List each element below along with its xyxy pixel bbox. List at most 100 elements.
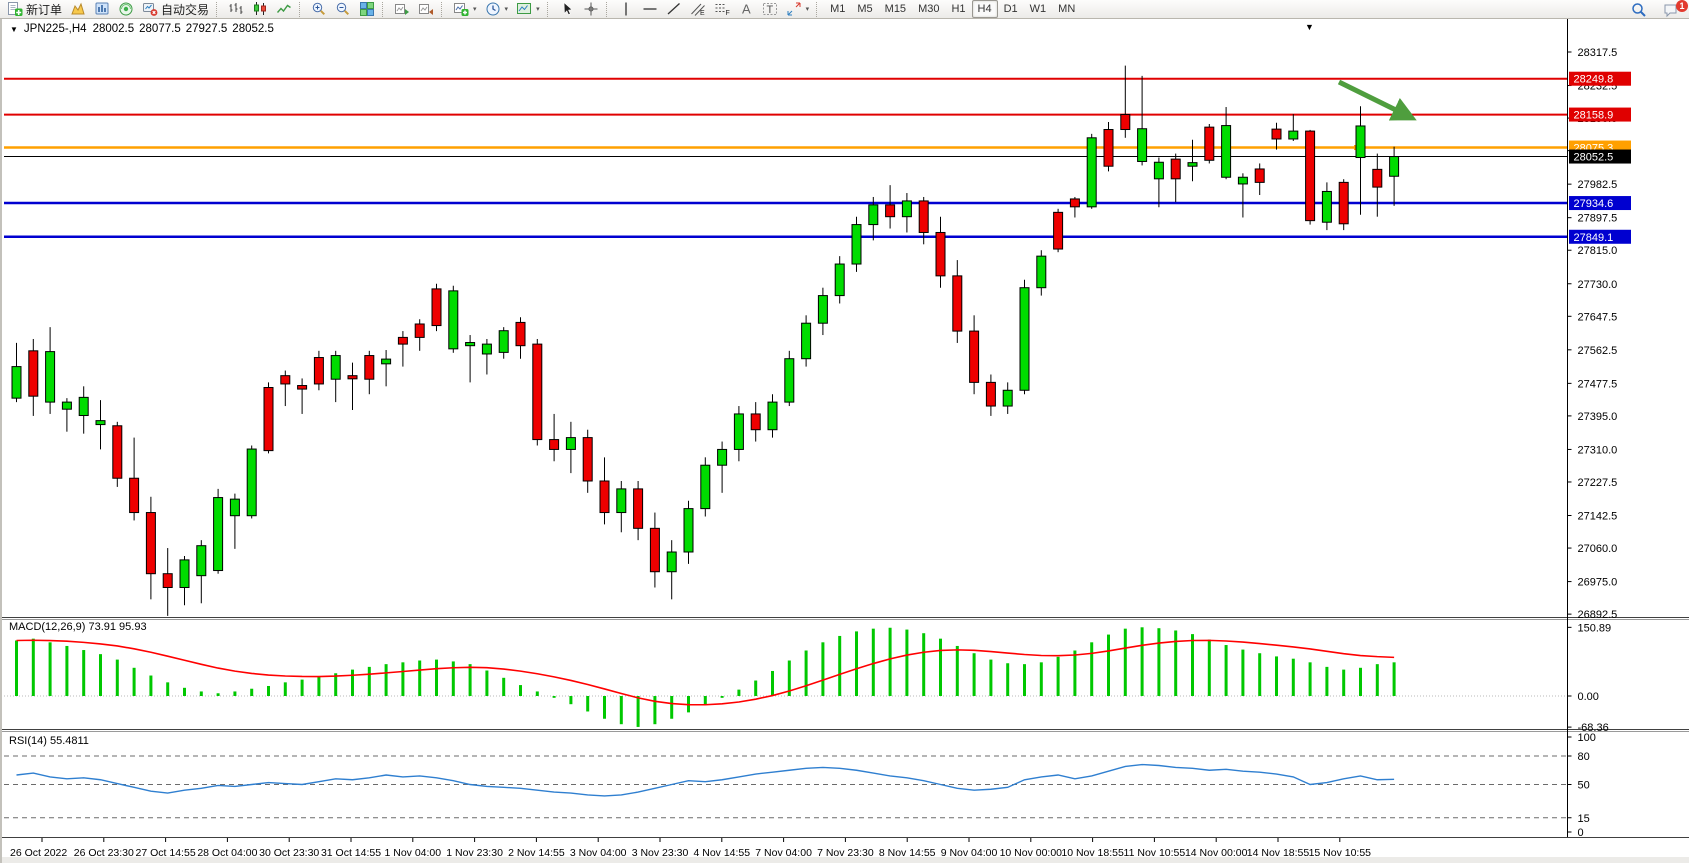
price-axis-tick-label: 27647.5 (1578, 311, 1618, 323)
macd-bar (116, 660, 119, 696)
candle (281, 376, 290, 384)
mt4-application: 新订单自动交易▾▾▾EFAT▾M1M5M15M30H1H4D1W1MN 1 ▼ … (0, 0, 1689, 863)
candle (415, 324, 424, 337)
macd-bar (553, 696, 556, 698)
timeframe-button-m5[interactable]: M5 (851, 0, 878, 18)
tile-windows-button[interactable] (355, 0, 379, 19)
candle (314, 358, 323, 384)
zoom-out-button[interactable] (331, 0, 355, 19)
candle (1373, 169, 1382, 187)
candle (62, 402, 71, 409)
candle (163, 574, 172, 588)
rsi-axis-tick-label: 50 (1578, 780, 1590, 792)
macd-bar (889, 628, 892, 696)
macd-bar (653, 696, 656, 724)
candle (936, 232, 945, 275)
text-label-button[interactable]: T (758, 0, 782, 19)
market-watch-button[interactable] (66, 0, 90, 19)
toolbar-groups: 新订单自动交易▾▾▾EFAT▾M1M5M15M30H1H4D1W1MN (3, 0, 1081, 19)
timeframe-button-h4[interactable]: H4 (972, 0, 998, 18)
candle (600, 481, 609, 513)
trend-arrow-annotation[interactable] (1339, 82, 1410, 117)
bar-chart-button[interactable] (224, 0, 248, 19)
candle (29, 351, 38, 396)
vertical-line-button[interactable] (614, 0, 638, 19)
toolbar-separator (299, 2, 304, 17)
fibonacci-button[interactable]: F (710, 0, 734, 19)
candle (1020, 288, 1029, 391)
crosshair-button[interactable] (579, 0, 603, 19)
chart-context-arrow-icon[interactable]: ▼ (10, 25, 18, 34)
candle (12, 367, 21, 399)
navigator-button[interactable] (90, 0, 114, 19)
candle (886, 205, 895, 217)
toolbar-separator (382, 2, 387, 17)
rsi-indicator-label: RSI(14) 55.4811 (9, 735, 89, 747)
notification-badge: 1 (1676, 0, 1688, 12)
auto-scroll-button[interactable] (390, 0, 414, 19)
macd-bar (49, 642, 52, 696)
timeframe-button-mn[interactable]: MN (1052, 0, 1081, 18)
candle (79, 397, 88, 415)
notifications-button[interactable]: 1 (1659, 0, 1683, 19)
candle (718, 449, 727, 465)
svg-text:A: A (742, 2, 751, 17)
macd-axis-tick-label: 150.89 (1578, 622, 1612, 634)
dropdown-arrow-icon: ▾ (806, 5, 810, 13)
autotrading-button-label: 自动交易 (161, 1, 209, 18)
macd-bar (721, 696, 724, 698)
price-axis-tick-label: 26975.0 (1578, 577, 1618, 589)
arrows-button[interactable]: ▾ (782, 0, 814, 19)
new-chart-button[interactable]: ▾ (449, 0, 481, 19)
candle-chart-button[interactable] (248, 0, 272, 19)
periods-button[interactable]: ▾ (481, 0, 513, 19)
macd-bar (872, 629, 875, 696)
macd-bar (418, 661, 421, 696)
search-button[interactable] (1627, 0, 1651, 19)
macd-bar (737, 690, 740, 696)
timeframe-button-m30[interactable]: M30 (912, 0, 945, 18)
equidistant-channel-button[interactable]: E (686, 0, 710, 19)
macd-bar (637, 696, 640, 727)
macd-bar (956, 646, 959, 696)
candle (701, 465, 710, 508)
templates-button[interactable]: ▾ (512, 0, 544, 19)
candle (986, 382, 995, 406)
new-order-button[interactable]: 新订单 (3, 0, 66, 19)
cursor-button[interactable] (555, 0, 579, 19)
chart-shift-marker[interactable]: ▼ (1305, 22, 1314, 32)
timeframe-button-d1[interactable]: D1 (998, 0, 1024, 18)
trendline-button[interactable] (662, 0, 686, 19)
candle (214, 498, 223, 571)
terminal-button[interactable] (114, 0, 138, 19)
chart-canvas[interactable]: 28317.528232.528150.028067.527982.527897… (2, 19, 1689, 863)
macd-bar (1006, 663, 1009, 696)
candle (768, 402, 777, 430)
candle (667, 552, 676, 572)
macd-bar (385, 664, 388, 696)
horizontal-line-button[interactable] (638, 0, 662, 19)
zoom-in-button[interactable] (307, 0, 331, 19)
timeframe-button-m15[interactable]: M15 (879, 0, 912, 18)
macd-bar (65, 646, 68, 696)
line-chart-button[interactable] (272, 0, 296, 19)
timeframe-button-h1[interactable]: H1 (945, 0, 971, 18)
price-axis-tick-label: 27142.5 (1578, 511, 1618, 523)
autotrading-button[interactable]: 自动交易 (138, 0, 213, 19)
chart-shift-button[interactable] (414, 0, 438, 19)
candle (1171, 159, 1180, 179)
text-button[interactable]: A (734, 0, 758, 19)
macd-bar (1376, 664, 1379, 696)
macd-bar (133, 668, 136, 696)
macd-bar (939, 639, 942, 696)
macd-bar (754, 681, 757, 696)
timeframe-button-w1[interactable]: W1 (1024, 0, 1053, 18)
macd-bar (905, 630, 908, 696)
price-axis-tick-label: 27730.0 (1578, 279, 1618, 291)
macd-bar (435, 660, 438, 696)
candle (869, 205, 878, 225)
timeframe-button-m1[interactable]: M1 (824, 0, 851, 18)
candle (919, 201, 928, 233)
candle (852, 225, 861, 264)
chart-window: ▼ JPN225-,H4 28002.5 28077.5 27927.5 280… (0, 19, 1689, 863)
